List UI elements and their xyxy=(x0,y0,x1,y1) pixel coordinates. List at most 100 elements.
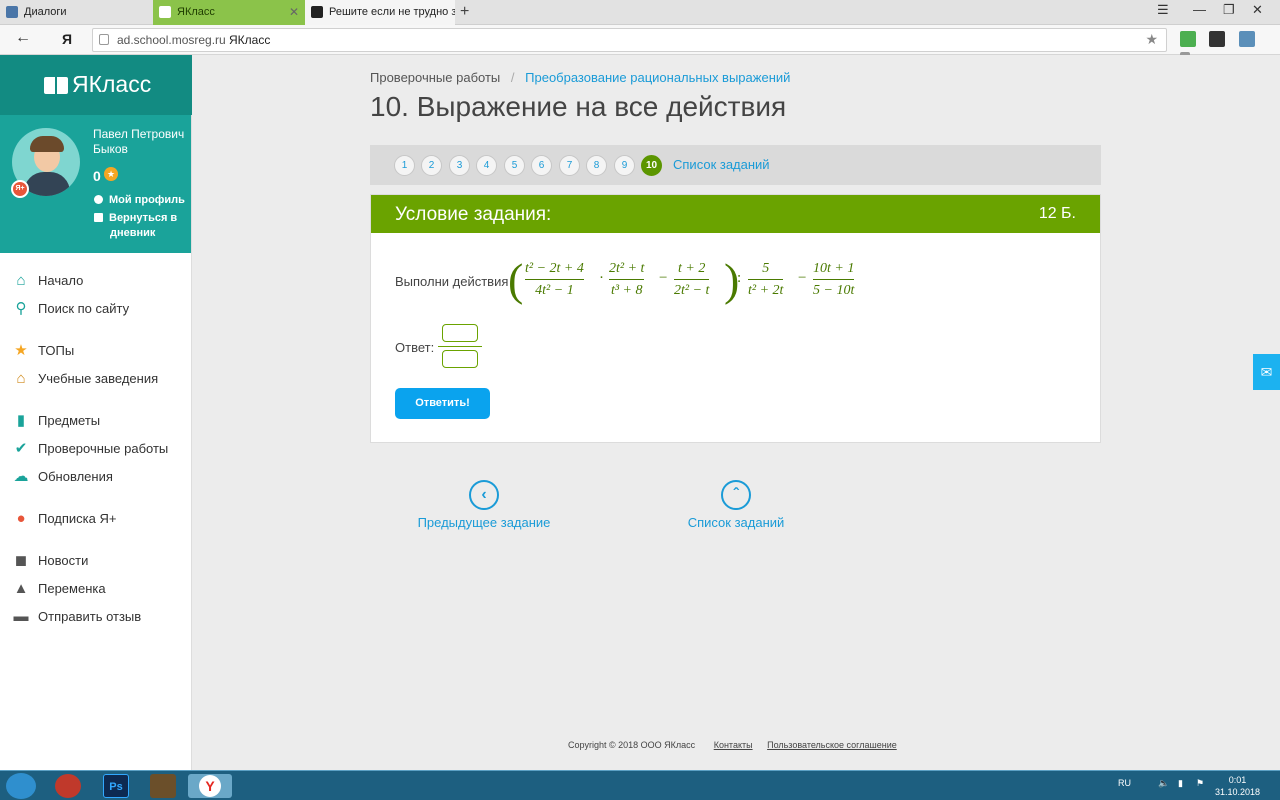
task-number-2[interactable]: 2 xyxy=(421,155,442,176)
sidebar-item-search[interactable]: ⚲ Поиск по сайту xyxy=(12,299,130,319)
close-window-icon[interactable]: ✕ xyxy=(1252,2,1263,18)
windows-start-icon[interactable] xyxy=(6,773,36,799)
yaklass-icon xyxy=(159,6,171,18)
sidebar-item-institutions[interactable]: ⌂ Учебные заведения xyxy=(12,369,158,389)
sidebar-item-tests[interactable]: ✔ Проверочные работы xyxy=(12,439,169,459)
sidebar-item-updates[interactable]: ☁ Обновления xyxy=(12,467,113,487)
minimize-icon[interactable]: — xyxy=(1193,2,1206,17)
news-icon: ◼ xyxy=(14,552,28,569)
sidebar-item-break[interactable]: ▲ Переменка xyxy=(12,579,106,599)
main-content: Проверочные работы / Преобразование раци… xyxy=(193,55,1280,770)
taskbar: Ps Y RU 🔈 ▮ ⚑ 0:01 31.10.2018 xyxy=(0,770,1280,800)
url-page-title: ЯКласс xyxy=(229,33,271,47)
close-tab-icon[interactable]: ✕ xyxy=(289,0,299,25)
sidebar-item-home[interactable]: ⌂ Начало xyxy=(12,271,83,291)
colon-operator: : xyxy=(737,270,742,286)
extension-icon[interactable] xyxy=(1238,31,1255,47)
star-icon: ★ xyxy=(104,167,118,181)
sidebar-item-tops[interactable]: ★ ТОПы xyxy=(12,341,74,361)
tab-dialogs[interactable]: Диалоги xyxy=(0,0,153,25)
fraction-2: 2t² + t t³ + 8 xyxy=(609,261,645,299)
task-number-5[interactable]: 5 xyxy=(504,155,525,176)
previous-task-label: Предыдущее задание xyxy=(417,515,551,530)
app-icon[interactable] xyxy=(150,774,176,798)
download-extension-icon[interactable] xyxy=(1180,31,1196,47)
back-to-diary-label: Вернуться в дневник xyxy=(109,212,178,239)
sidebar-item-label: Переменка xyxy=(38,581,106,596)
task-number-3[interactable]: 3 xyxy=(449,155,470,176)
task-number-9[interactable]: 9 xyxy=(614,155,635,176)
task-list-label: Список заданий xyxy=(687,515,785,530)
flag-icon[interactable]: ⚑ xyxy=(1196,778,1204,789)
fraction-3: t + 2 2t² − t xyxy=(674,261,710,299)
fraction-3-denominator: 2t² − t xyxy=(674,283,710,298)
tab-yaklass[interactable]: ЯКласс ✕ xyxy=(153,0,305,25)
language-indicator[interactable]: RU xyxy=(1118,778,1131,788)
task-number-4[interactable]: 4 xyxy=(476,155,497,176)
answer-fraction xyxy=(438,324,482,370)
star-icon: ★ xyxy=(14,342,28,359)
fraction-1-numerator: t² − 2t + 4 xyxy=(525,261,584,276)
task-number-10[interactable]: 10 xyxy=(641,155,662,176)
user-score: 0 xyxy=(93,168,101,184)
restore-icon[interactable]: ❐ xyxy=(1223,2,1235,18)
agreement-link[interactable]: Пользовательское соглашение xyxy=(767,740,897,750)
sidebar-item-subscription[interactable]: ● Подписка Я+ xyxy=(12,509,116,529)
sidebar-item-label: Учебные заведения xyxy=(38,371,159,386)
sidebar-item-label: Поиск по сайту xyxy=(38,301,130,316)
bookmark-star-icon[interactable]: ★ xyxy=(1145,31,1158,48)
answer-numerator-input[interactable] xyxy=(442,324,478,342)
sidebar-item-subjects[interactable]: ▮ Предметы xyxy=(12,411,100,431)
fraction-4-numerator: 5 xyxy=(762,261,770,276)
back-arrow-icon[interactable]: ← xyxy=(15,29,31,47)
previous-task-link[interactable]: ‹ Предыдущее задание xyxy=(409,480,559,530)
sidebar: ЯКласс Я+ Павел Петрович Быков 0 ★ Мой п… xyxy=(0,55,192,770)
mail-feedback-icon[interactable]: ✉ xyxy=(1253,354,1280,390)
clock[interactable]: 0:01 31.10.2018 xyxy=(1215,774,1260,798)
app-icon[interactable] xyxy=(55,774,81,798)
sidebar-header: ЯКласс Я+ Павел Петрович Быков 0 ★ Мой п… xyxy=(0,55,192,253)
address-bar: ← Я ad.school.mosreg.ru ЯКласс ★ xyxy=(0,25,1280,68)
minus-operator: − xyxy=(659,270,668,286)
yaklass-logo[interactable]: ЯКласс xyxy=(0,55,192,115)
fraction-1: t² − 2t + 4 4t² − 1 xyxy=(525,261,584,299)
network-icon[interactable]: ▮ xyxy=(1178,778,1183,789)
clock-date: 31.10.2018 xyxy=(1215,787,1261,797)
menu-icon[interactable]: ☰ xyxy=(1157,2,1169,18)
submit-answer-button[interactable]: Ответить! xyxy=(395,388,490,419)
task-number-8[interactable]: 8 xyxy=(586,155,607,176)
task-number-6[interactable]: 6 xyxy=(531,155,552,176)
my-profile-link[interactable]: Мой профиль xyxy=(94,193,185,208)
ya-plus-badge-icon: Я+ xyxy=(11,180,29,198)
sidebar-item-label: Подписка Я+ xyxy=(38,511,117,526)
contacts-link[interactable]: Контакты xyxy=(714,740,753,750)
sidebar-item-news[interactable]: ◼ Новости xyxy=(12,551,89,571)
new-tab-icon[interactable]: + xyxy=(460,0,469,24)
diary-icon xyxy=(94,213,103,222)
fraction-bar xyxy=(438,346,482,347)
browser-tab-bar: Диалоги ЯКласс ✕ Решите если не трудно з… xyxy=(0,0,1280,25)
volume-icon[interactable]: 🔈 xyxy=(1158,778,1169,789)
sidebar-item-feedback[interactable]: ▬ Отправить отзыв xyxy=(12,607,142,627)
photoshop-icon[interactable]: Ps xyxy=(103,774,129,798)
breadcrumb-parent[interactable]: Проверочные работы xyxy=(370,70,500,85)
sidebar-item-label: Обновления xyxy=(38,469,113,484)
yandex-logo[interactable]: Я xyxy=(62,31,72,47)
task-list-link[interactable]: Список заданий xyxy=(673,157,770,172)
back-to-diary-link[interactable]: Вернуться в дневник xyxy=(94,211,184,241)
breadcrumb: Проверочные работы / Преобразование раци… xyxy=(370,70,790,85)
task-number-7[interactable]: 7 xyxy=(559,155,580,176)
left-paren: ( xyxy=(508,254,524,305)
task-navigation: 1 2 3 4 5 6 7 8 9 10 Список заданий xyxy=(370,145,1101,185)
tab-znanija[interactable]: Решите если не трудно за xyxy=(305,0,455,25)
task-number-1[interactable]: 1 xyxy=(394,155,415,176)
task-card-header: Условие задания: 12 Б. xyxy=(371,195,1100,233)
url-field[interactable]: ad.school.mosreg.ru ЯКласс ★ xyxy=(92,28,1167,52)
extension-icon[interactable] xyxy=(1209,31,1226,47)
task-list-nav-link[interactable]: ˆ Список заданий xyxy=(661,480,811,530)
breadcrumb-current[interactable]: Преобразование рациональных выражений xyxy=(525,70,790,85)
answer-denominator-input[interactable] xyxy=(442,350,478,368)
profile-icon xyxy=(94,195,103,204)
yandex-browser-icon[interactable]: Y xyxy=(188,774,232,798)
subscription-icon: ● xyxy=(16,510,26,527)
